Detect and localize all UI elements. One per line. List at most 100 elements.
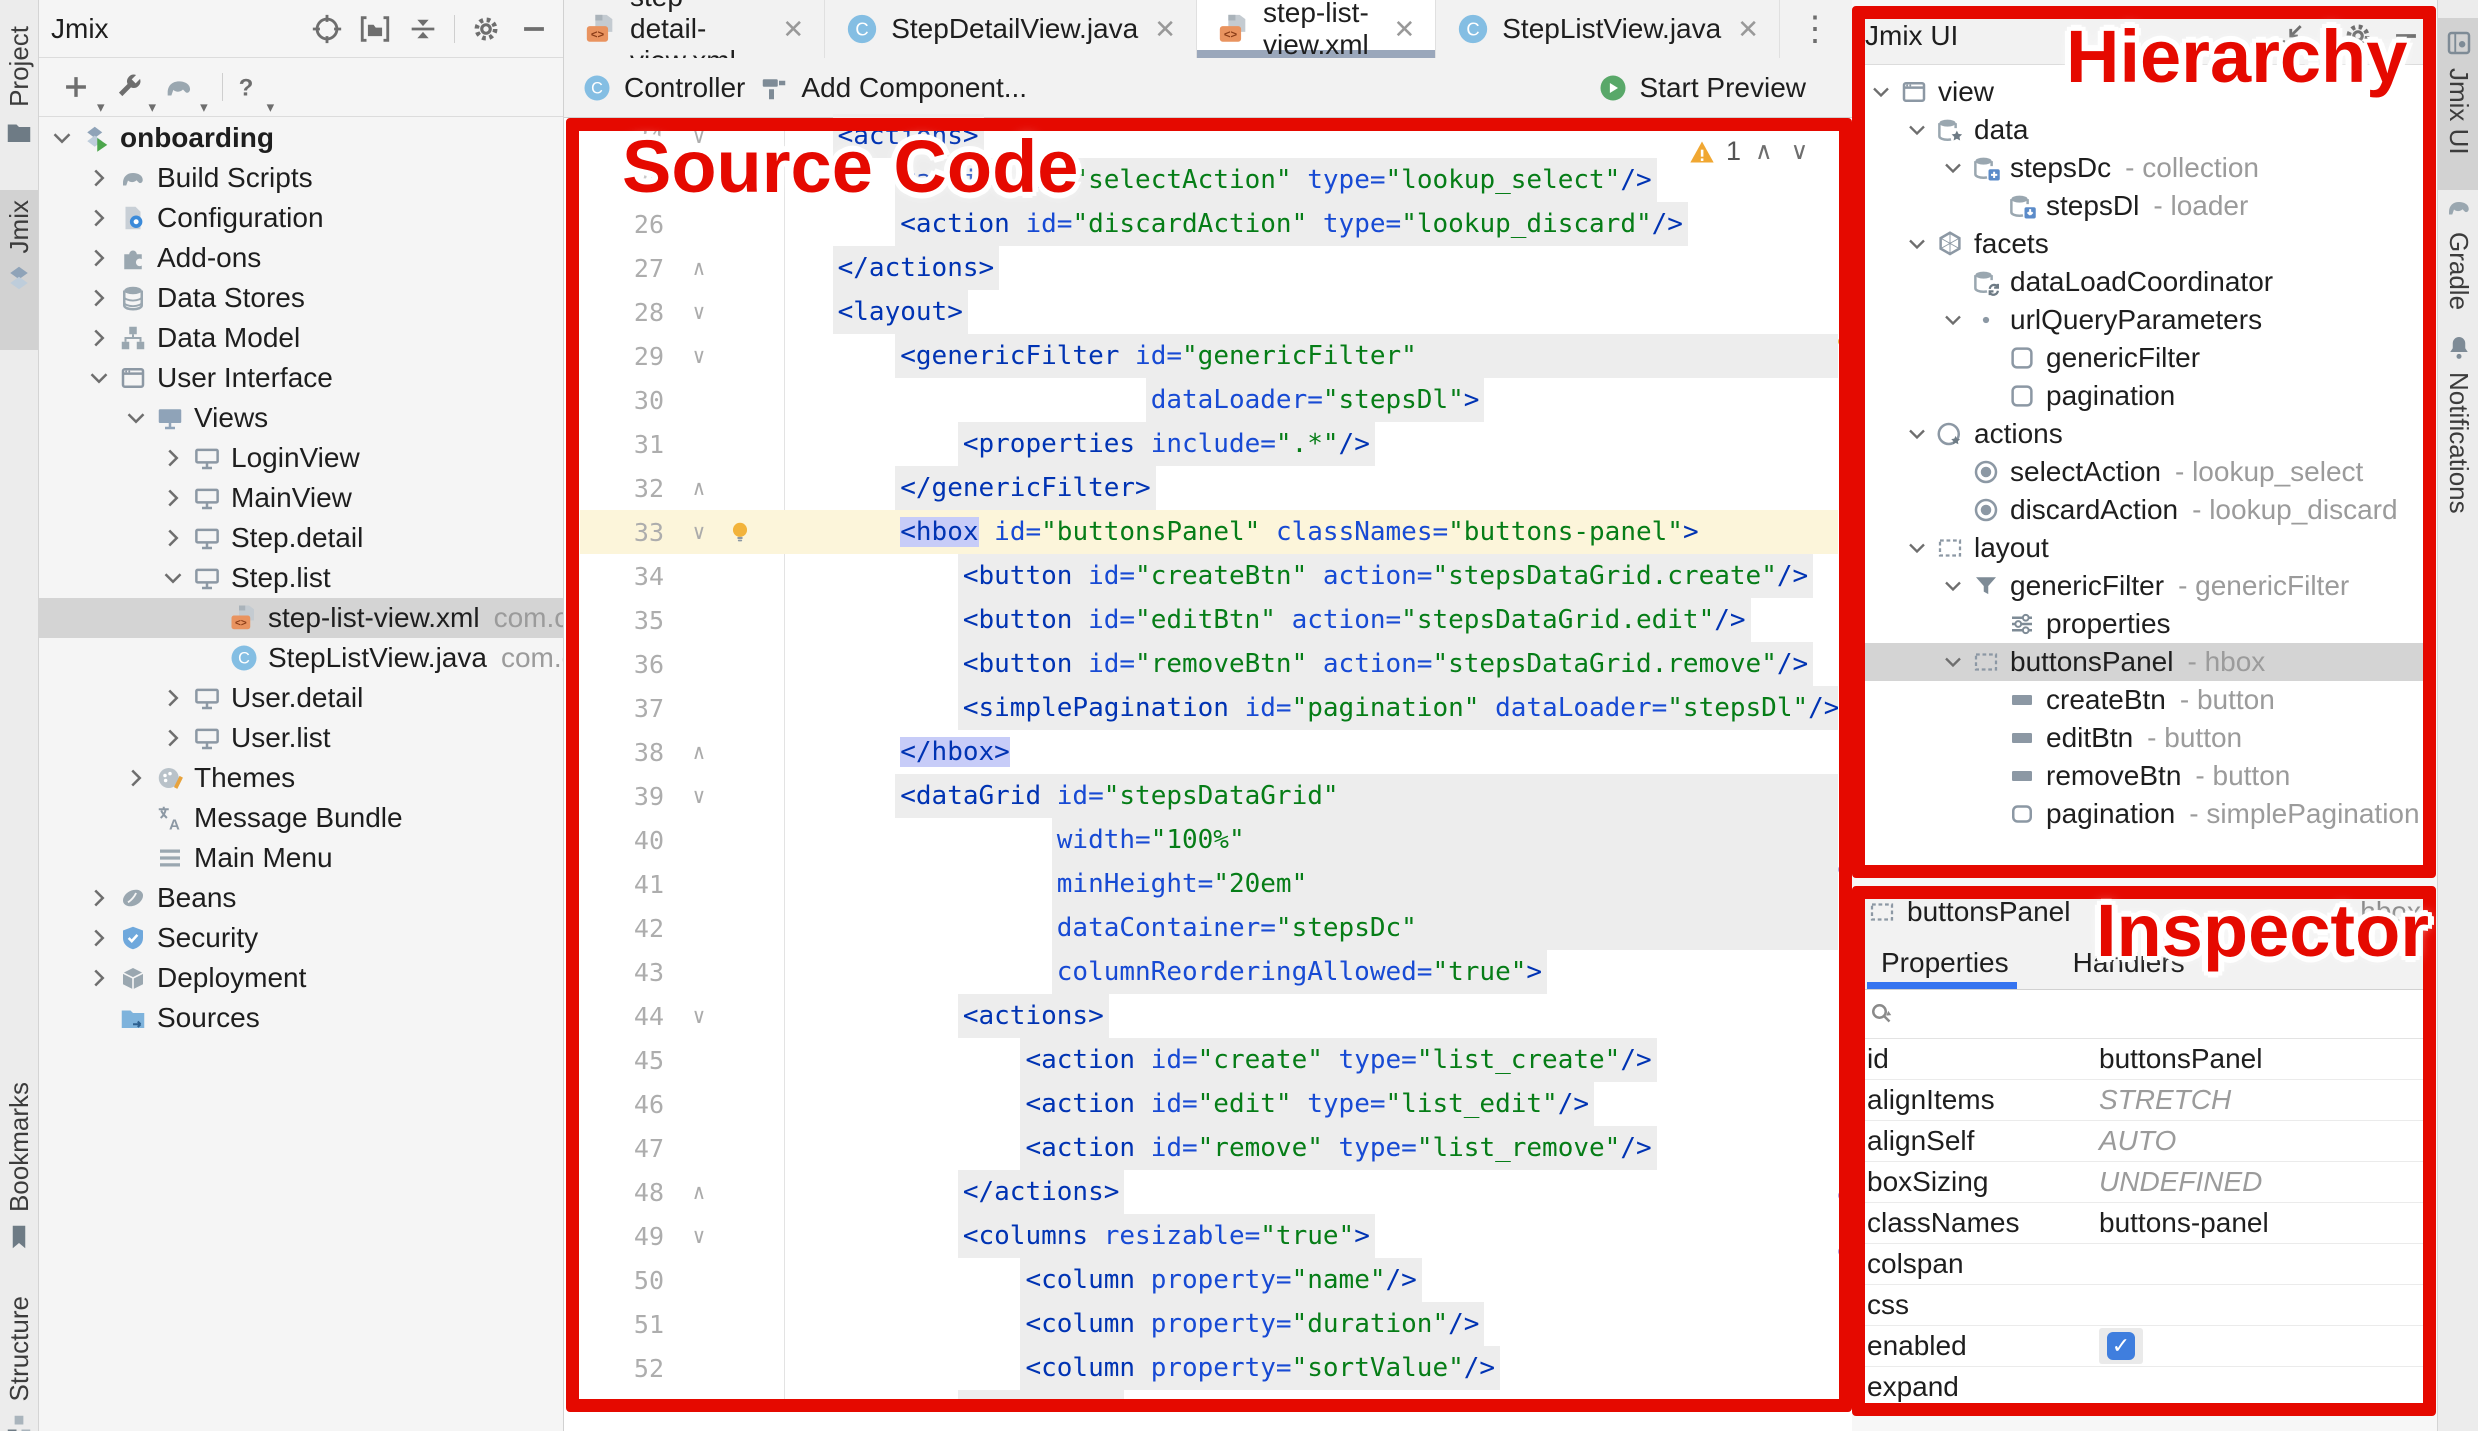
hierarchy-node-facets[interactable]: facets <box>1853 225 2435 263</box>
hierarchy-node-genericfilter[interactable]: genericFilter <box>1853 339 2435 377</box>
code-line-38[interactable]: 38∧ </hbox> <box>580 730 1838 774</box>
fold-marker-icon[interactable]: ∨ <box>680 1224 718 1248</box>
hierarchy-node-genericfilter[interactable]: genericFilter- genericFilter <box>1853 567 2435 605</box>
fold-marker-icon[interactable]: ∨ <box>680 124 718 148</box>
project-item-loginview[interactable]: LoginView <box>39 438 563 478</box>
setup-button[interactable] <box>111 70 145 104</box>
code-line-37[interactable]: 37 <simplePagination id="pagination" dat… <box>580 686 1838 730</box>
code-line-34[interactable]: 34 <button id="createBtn" action="stepsD… <box>580 554 1838 598</box>
chevron-down-icon[interactable] <box>1903 229 1931 259</box>
code-line-47[interactable]: 47 <action id="remove" type="list_remove… <box>580 1126 1838 1170</box>
hide-panel-icon[interactable] <box>517 12 551 46</box>
chevron-down-icon[interactable] <box>1939 305 1967 335</box>
fold-marker-icon[interactable]: ∧ <box>680 256 718 280</box>
tool-stripe-tab-jmix-ui[interactable]: Jmix UI <box>2438 18 2478 190</box>
project-item-user-detail[interactable]: User.detail <box>39 678 563 718</box>
prev-problem-icon[interactable]: ∧ <box>1751 137 1777 166</box>
property-row-colspan[interactable]: colspan <box>1853 1244 2435 1285</box>
code-line-36[interactable]: 36 <button id="removeBtn" action="stepsD… <box>580 642 1838 686</box>
code-line-53[interactable]: 53∧ </columns> <box>580 1390 1838 1410</box>
property-row-boxSizing[interactable]: boxSizingUNDEFINED <box>1853 1162 2435 1203</box>
code-line-31[interactable]: 31 <properties include=".*"/> <box>580 422 1838 466</box>
next-problem-icon[interactable]: ∨ <box>1787 137 1813 166</box>
tab-list-menu-icon[interactable]: ⋮ <box>1780 9 1852 49</box>
help-button[interactable]: ? <box>229 70 263 104</box>
property-search-field[interactable] <box>1853 990 2435 1039</box>
code-line-35[interactable]: 35 <button id="editBtn" action="stepsDat… <box>580 598 1838 642</box>
project-item-views[interactable]: Views <box>39 398 563 438</box>
code-line-52[interactable]: 52 <column property="sortValue"/> <box>580 1346 1838 1390</box>
controller-button[interactable]: C Controller <box>582 72 745 104</box>
code-line-50[interactable]: 50 <column property="name"/> <box>580 1258 1838 1302</box>
project-item-beans[interactable]: Beans <box>39 878 563 918</box>
editor-tab-StepListView.java[interactable]: CStepListView.java✕ <box>1436 0 1780 58</box>
hierarchy-node-buttonspanel[interactable]: buttonsPanel- hbox <box>1853 643 2435 681</box>
code-line-43[interactable]: 43 columnReorderingAllowed="true"> <box>580 950 1838 994</box>
hierarchy-node-stepsdc[interactable]: stepsDc- collection <box>1853 149 2435 187</box>
project-item-user-list[interactable]: User.list <box>39 718 563 758</box>
locate-icon[interactable] <box>310 12 344 46</box>
chevron-right-icon[interactable] <box>84 163 114 193</box>
project-item-build-scripts[interactable]: Build Scripts <box>39 158 563 198</box>
hierarchy-node-stepsdl[interactable]: stepsDl- loader <box>1853 187 2435 225</box>
project-item-security[interactable]: Security <box>39 918 563 958</box>
chevron-right-icon[interactable] <box>158 483 188 513</box>
code-line-45[interactable]: 45 <action id="create" type="list_create… <box>580 1038 1838 1082</box>
project-item-configuration[interactable]: Configuration <box>39 198 563 238</box>
code-line-44[interactable]: 44∨ <actions> <box>580 994 1838 1038</box>
close-tab-icon[interactable]: ✕ <box>782 14 804 45</box>
fold-marker-icon[interactable]: ∧ <box>680 476 718 500</box>
chevron-down-icon[interactable] <box>1903 115 1931 145</box>
property-row-classNames[interactable]: classNamesbuttons-panel <box>1853 1203 2435 1244</box>
chevron-right-icon[interactable] <box>158 723 188 753</box>
close-tab-icon[interactable]: ✕ <box>1737 14 1759 45</box>
property-row-alignSelf[interactable]: alignSelfAUTO <box>1853 1121 2435 1162</box>
code-line-28[interactable]: 28∨ <layout> <box>580 290 1838 334</box>
select-opened-file-icon[interactable] <box>358 12 392 46</box>
code-line-33[interactable]: 33∨ <hbox id="buttonsPanel" classNames="… <box>580 510 1838 554</box>
code-lines[interactable]: 24∨ <actions>25 <action id="selectAction… <box>580 114 1838 1410</box>
chevron-down-icon[interactable] <box>1903 419 1931 449</box>
chevron-right-icon[interactable] <box>84 323 114 353</box>
hierarchy-node-properties[interactable]: properties <box>1853 605 2435 643</box>
code-line-51[interactable]: 51 <column property="duration"/> <box>580 1302 1838 1346</box>
close-tab-icon[interactable]: ✕ <box>1154 14 1176 45</box>
chevron-down-icon[interactable] <box>84 363 114 393</box>
hierarchy-node-editbtn[interactable]: editBtn- button <box>1853 719 2435 757</box>
chevron-right-icon[interactable] <box>84 883 114 913</box>
property-row-css[interactable]: css <box>1853 1285 2435 1326</box>
fold-marker-icon[interactable]: ∧ <box>680 1400 718 1410</box>
chevron-right-icon[interactable] <box>158 443 188 473</box>
chevron-down-icon[interactable] <box>1939 153 1967 183</box>
chevron-down-icon[interactable] <box>1903 533 1931 563</box>
add-button[interactable] <box>59 70 93 104</box>
project-item-main-menu[interactable]: Main Menu <box>39 838 563 878</box>
hierarchy-node-discardaction[interactable]: discardAction- lookup_discard <box>1853 491 2435 529</box>
fold-marker-icon[interactable]: ∨ <box>680 300 718 324</box>
hierarchy-node-layout[interactable]: layout <box>1853 529 2435 567</box>
hierarchy-node-pagination[interactable]: pagination- simplePagination <box>1853 795 2435 833</box>
intention-bulb-icon[interactable] <box>727 519 753 545</box>
project-item-message-bundle[interactable]: AMessage Bundle <box>39 798 563 838</box>
add-component-button[interactable]: Add Component... <box>759 72 1027 104</box>
tab-handlers[interactable]: Handlers <box>2073 947 2185 979</box>
fold-marker-icon[interactable]: ∨ <box>680 520 718 544</box>
close-tab-icon[interactable]: ✕ <box>1393 14 1415 45</box>
fold-marker-icon[interactable]: ∧ <box>680 1180 718 1204</box>
chevron-right-icon[interactable] <box>158 683 188 713</box>
project-item-step-list[interactable]: Step.list <box>39 558 563 598</box>
editor-tab-step-list-view.xml[interactable]: <>step-list-view.xml✕ <box>1197 0 1436 58</box>
project-item-mainview[interactable]: MainView <box>39 478 563 518</box>
hierarchy-node-actions[interactable]: actions <box>1853 415 2435 453</box>
hierarchy-node-view[interactable]: view <box>1853 73 2435 111</box>
chevron-right-icon[interactable] <box>84 923 114 953</box>
fold-marker-icon[interactable]: ∨ <box>680 784 718 808</box>
code-line-46[interactable]: 46 <action id="edit" type="list_edit"/> <box>580 1082 1838 1126</box>
project-item-themes[interactable]: Themes <box>39 758 563 798</box>
editor-tab-StepDetailView.java[interactable]: CStepDetailView.java✕ <box>825 0 1197 58</box>
hierarchy-node-data[interactable]: data <box>1853 111 2435 149</box>
property-row-expand[interactable]: expand <box>1853 1367 2435 1408</box>
code-line-29[interactable]: 29∨ <genericFilter id="genericFilter" <box>580 334 1838 378</box>
project-item-step-detail[interactable]: Step.detail <box>39 518 563 558</box>
fold-marker-icon[interactable]: ∧ <box>680 740 718 764</box>
